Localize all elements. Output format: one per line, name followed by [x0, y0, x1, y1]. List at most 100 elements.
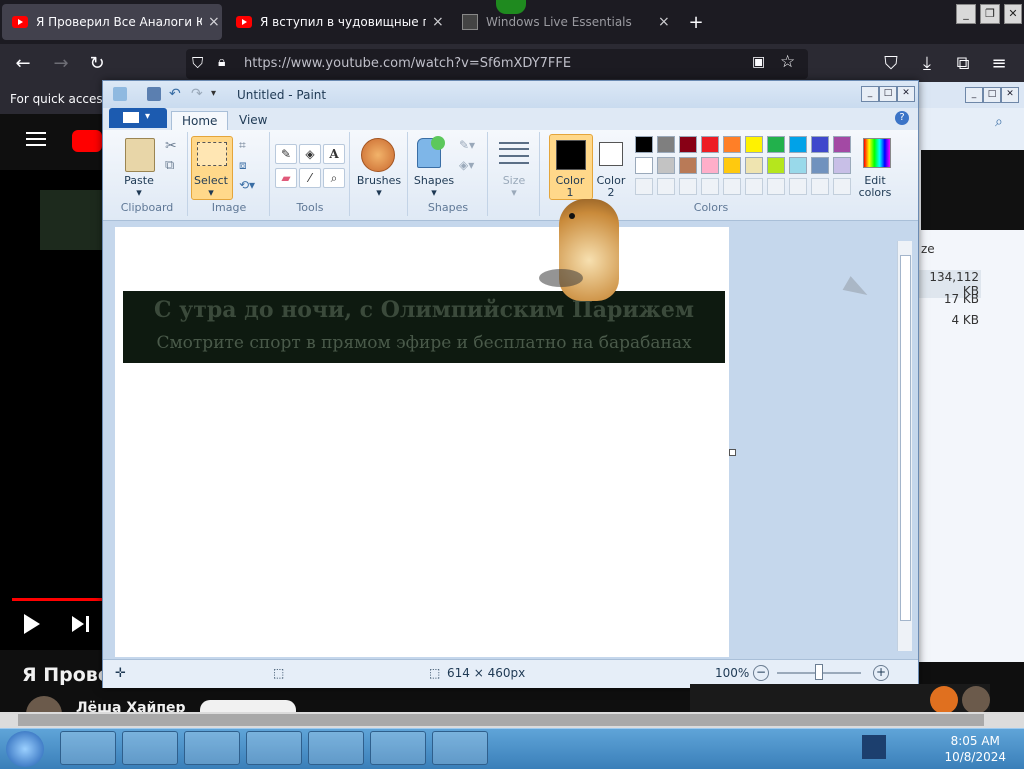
explorer-minimize-button[interactable]: _ — [965, 87, 983, 103]
customize-quick-access-icon[interactable]: ▾ — [211, 87, 225, 101]
redo-icon[interactable]: ↷ — [191, 87, 205, 101]
brushes-dropdown-icon[interactable]: ▾ — [351, 186, 407, 199]
tab-youtube-active[interactable]: Я Проверил Все Аналоги Ютуб × — [2, 4, 222, 40]
tab-close-icon[interactable]: × — [208, 14, 220, 30]
save-icon[interactable] — [147, 87, 161, 101]
size-column-header[interactable]: ze — [921, 242, 935, 256]
palette-swatch[interactable] — [833, 136, 851, 153]
taskbar-clock[interactable]: 8:05 AM 10/8/2024 — [944, 733, 1006, 765]
outline-icon[interactable]: ✎▾ — [459, 138, 475, 152]
cut-icon[interactable]: ✂ — [165, 138, 177, 154]
shapes-dropdown-icon[interactable]: ▾ — [409, 186, 459, 199]
start-button[interactable] — [6, 731, 44, 767]
palette-swatch[interactable] — [657, 157, 675, 174]
shield-icon[interactable]: ⛉ — [192, 54, 203, 72]
palette-swatch[interactable] — [833, 157, 851, 174]
color2-swatch[interactable] — [599, 142, 623, 166]
help-icon[interactable]: ? — [895, 111, 909, 125]
text-icon[interactable]: A — [323, 144, 345, 164]
palette-swatch[interactable] — [657, 136, 675, 153]
palette-swatch[interactable] — [811, 136, 829, 153]
pasted-banner-image[interactable]: С утра до ночи, с Олимпийским Парижем См… — [123, 291, 725, 363]
size-icon[interactable] — [499, 142, 529, 144]
palette-swatch[interactable] — [767, 157, 785, 174]
horizontal-scrollbar-thumb[interactable] — [18, 714, 984, 726]
portrait-avatar[interactable] — [962, 686, 990, 714]
edit-colors-icon[interactable] — [863, 138, 891, 168]
reload-icon[interactable]: ↻ — [86, 53, 108, 75]
palette-swatch[interactable] — [723, 157, 741, 174]
explorer-close-button[interactable]: ✕ — [1001, 87, 1019, 103]
palette-swatch[interactable] — [767, 178, 785, 195]
taskbar-firefox[interactable] — [246, 731, 302, 765]
palette-swatch[interactable] — [789, 178, 807, 195]
minimize-window-button[interactable]: _ — [956, 4, 976, 24]
palette-swatch[interactable] — [701, 136, 719, 153]
taskbar-media-player[interactable] — [122, 731, 178, 765]
next-icon[interactable] — [72, 616, 84, 632]
explorer-maximize-button[interactable]: □ — [983, 87, 1001, 103]
paste-icon[interactable] — [125, 138, 155, 172]
pencil-icon[interactable]: ✎ — [275, 144, 297, 164]
palette-swatch[interactable] — [701, 157, 719, 174]
paste-dropdown-icon[interactable]: ▾ — [113, 186, 165, 199]
video-progress-bar[interactable] — [12, 598, 104, 601]
taskbar-app-1[interactable] — [60, 731, 116, 765]
eraser-icon[interactable]: ▰ — [275, 168, 297, 188]
scrollbar-thumb[interactable] — [900, 255, 911, 621]
zoom-slider-thumb[interactable] — [815, 664, 823, 680]
palette-swatch[interactable] — [679, 136, 697, 153]
paint-file-menu-button[interactable]: ▾ — [109, 108, 167, 128]
restore-window-button[interactable]: ❐ — [980, 4, 1000, 24]
close-window-button[interactable]: ✕ — [1004, 4, 1022, 24]
palette-swatch[interactable] — [701, 178, 719, 195]
pocket-icon[interactable]: ⛉ — [880, 53, 902, 75]
youtube-logo-icon[interactable] — [72, 130, 102, 152]
taskbar-app-3[interactable] — [184, 731, 240, 765]
download-icon[interactable]: ⤓ — [916, 53, 938, 75]
palette-swatch[interactable] — [789, 136, 807, 153]
rotate-icon[interactable]: ⟲▾ — [239, 178, 255, 192]
palette-swatch[interactable] — [745, 157, 763, 174]
search-icon[interactable]: ⌕ — [995, 114, 1003, 130]
copy-icon[interactable]: ⧉ — [165, 158, 174, 173]
horizontal-scrollbar[interactable] — [0, 712, 1024, 728]
fill-icon[interactable]: ◈ — [299, 144, 321, 164]
palette-swatch[interactable] — [811, 157, 829, 174]
tab-windows-live[interactable]: Windows Live Essentials × — [452, 4, 680, 40]
palette-swatch[interactable] — [833, 178, 851, 195]
paint-close-button[interactable]: ✕ — [897, 86, 915, 102]
taskbar-app-7[interactable] — [432, 731, 488, 765]
tab-close-icon[interactable]: × — [432, 14, 444, 30]
edit-colors-label-2[interactable]: colors — [855, 186, 895, 199]
select-dropdown-icon[interactable]: ▾ — [191, 186, 231, 199]
tray-shield-icon[interactable] — [862, 735, 886, 759]
palette-swatch[interactable] — [723, 136, 741, 153]
menu-hamburger-icon[interactable]: ≡ — [988, 53, 1010, 75]
palette-swatch[interactable] — [679, 178, 697, 195]
resize-icon[interactable]: ⧈ — [239, 158, 247, 173]
palette-swatch[interactable] — [657, 178, 675, 195]
crop-icon[interactable]: ⌗ — [239, 138, 246, 153]
palette-swatch[interactable] — [635, 136, 653, 153]
play-icon[interactable] — [24, 614, 40, 634]
tab-youtube-2[interactable]: Я вступил в чудовищные груп × — [226, 4, 446, 40]
fill-shape-icon[interactable]: ◈▾ — [459, 158, 474, 172]
palette-swatch[interactable] — [635, 178, 653, 195]
lock-icon[interactable]: 🔒︎ — [218, 54, 225, 70]
paint-minimize-button[interactable]: _ — [861, 86, 879, 102]
palette-swatch[interactable] — [635, 157, 653, 174]
magnifier-icon[interactable]: ⌕ — [323, 168, 345, 188]
url-text[interactable]: https://www.youtube.com/watch?v=Sf6mXDY7… — [244, 56, 571, 71]
tab-close-icon[interactable]: × — [658, 14, 670, 30]
palette-swatch[interactable] — [723, 178, 741, 195]
zoom-out-icon[interactable]: − — [753, 665, 769, 681]
palette-swatch[interactable] — [679, 157, 697, 174]
canvas-resize-handle[interactable] — [729, 449, 736, 456]
palette-swatch[interactable] — [745, 178, 763, 195]
address-bar[interactable]: ⛉ 🔒︎ https://www.youtube.com/watch?v=Sf6… — [186, 49, 808, 79]
palette-swatch[interactable] — [811, 178, 829, 195]
back-arrow-icon[interactable]: ← — [12, 53, 34, 75]
taskbar-paint[interactable] — [308, 731, 364, 765]
paint-maximize-button[interactable]: □ — [879, 86, 897, 102]
